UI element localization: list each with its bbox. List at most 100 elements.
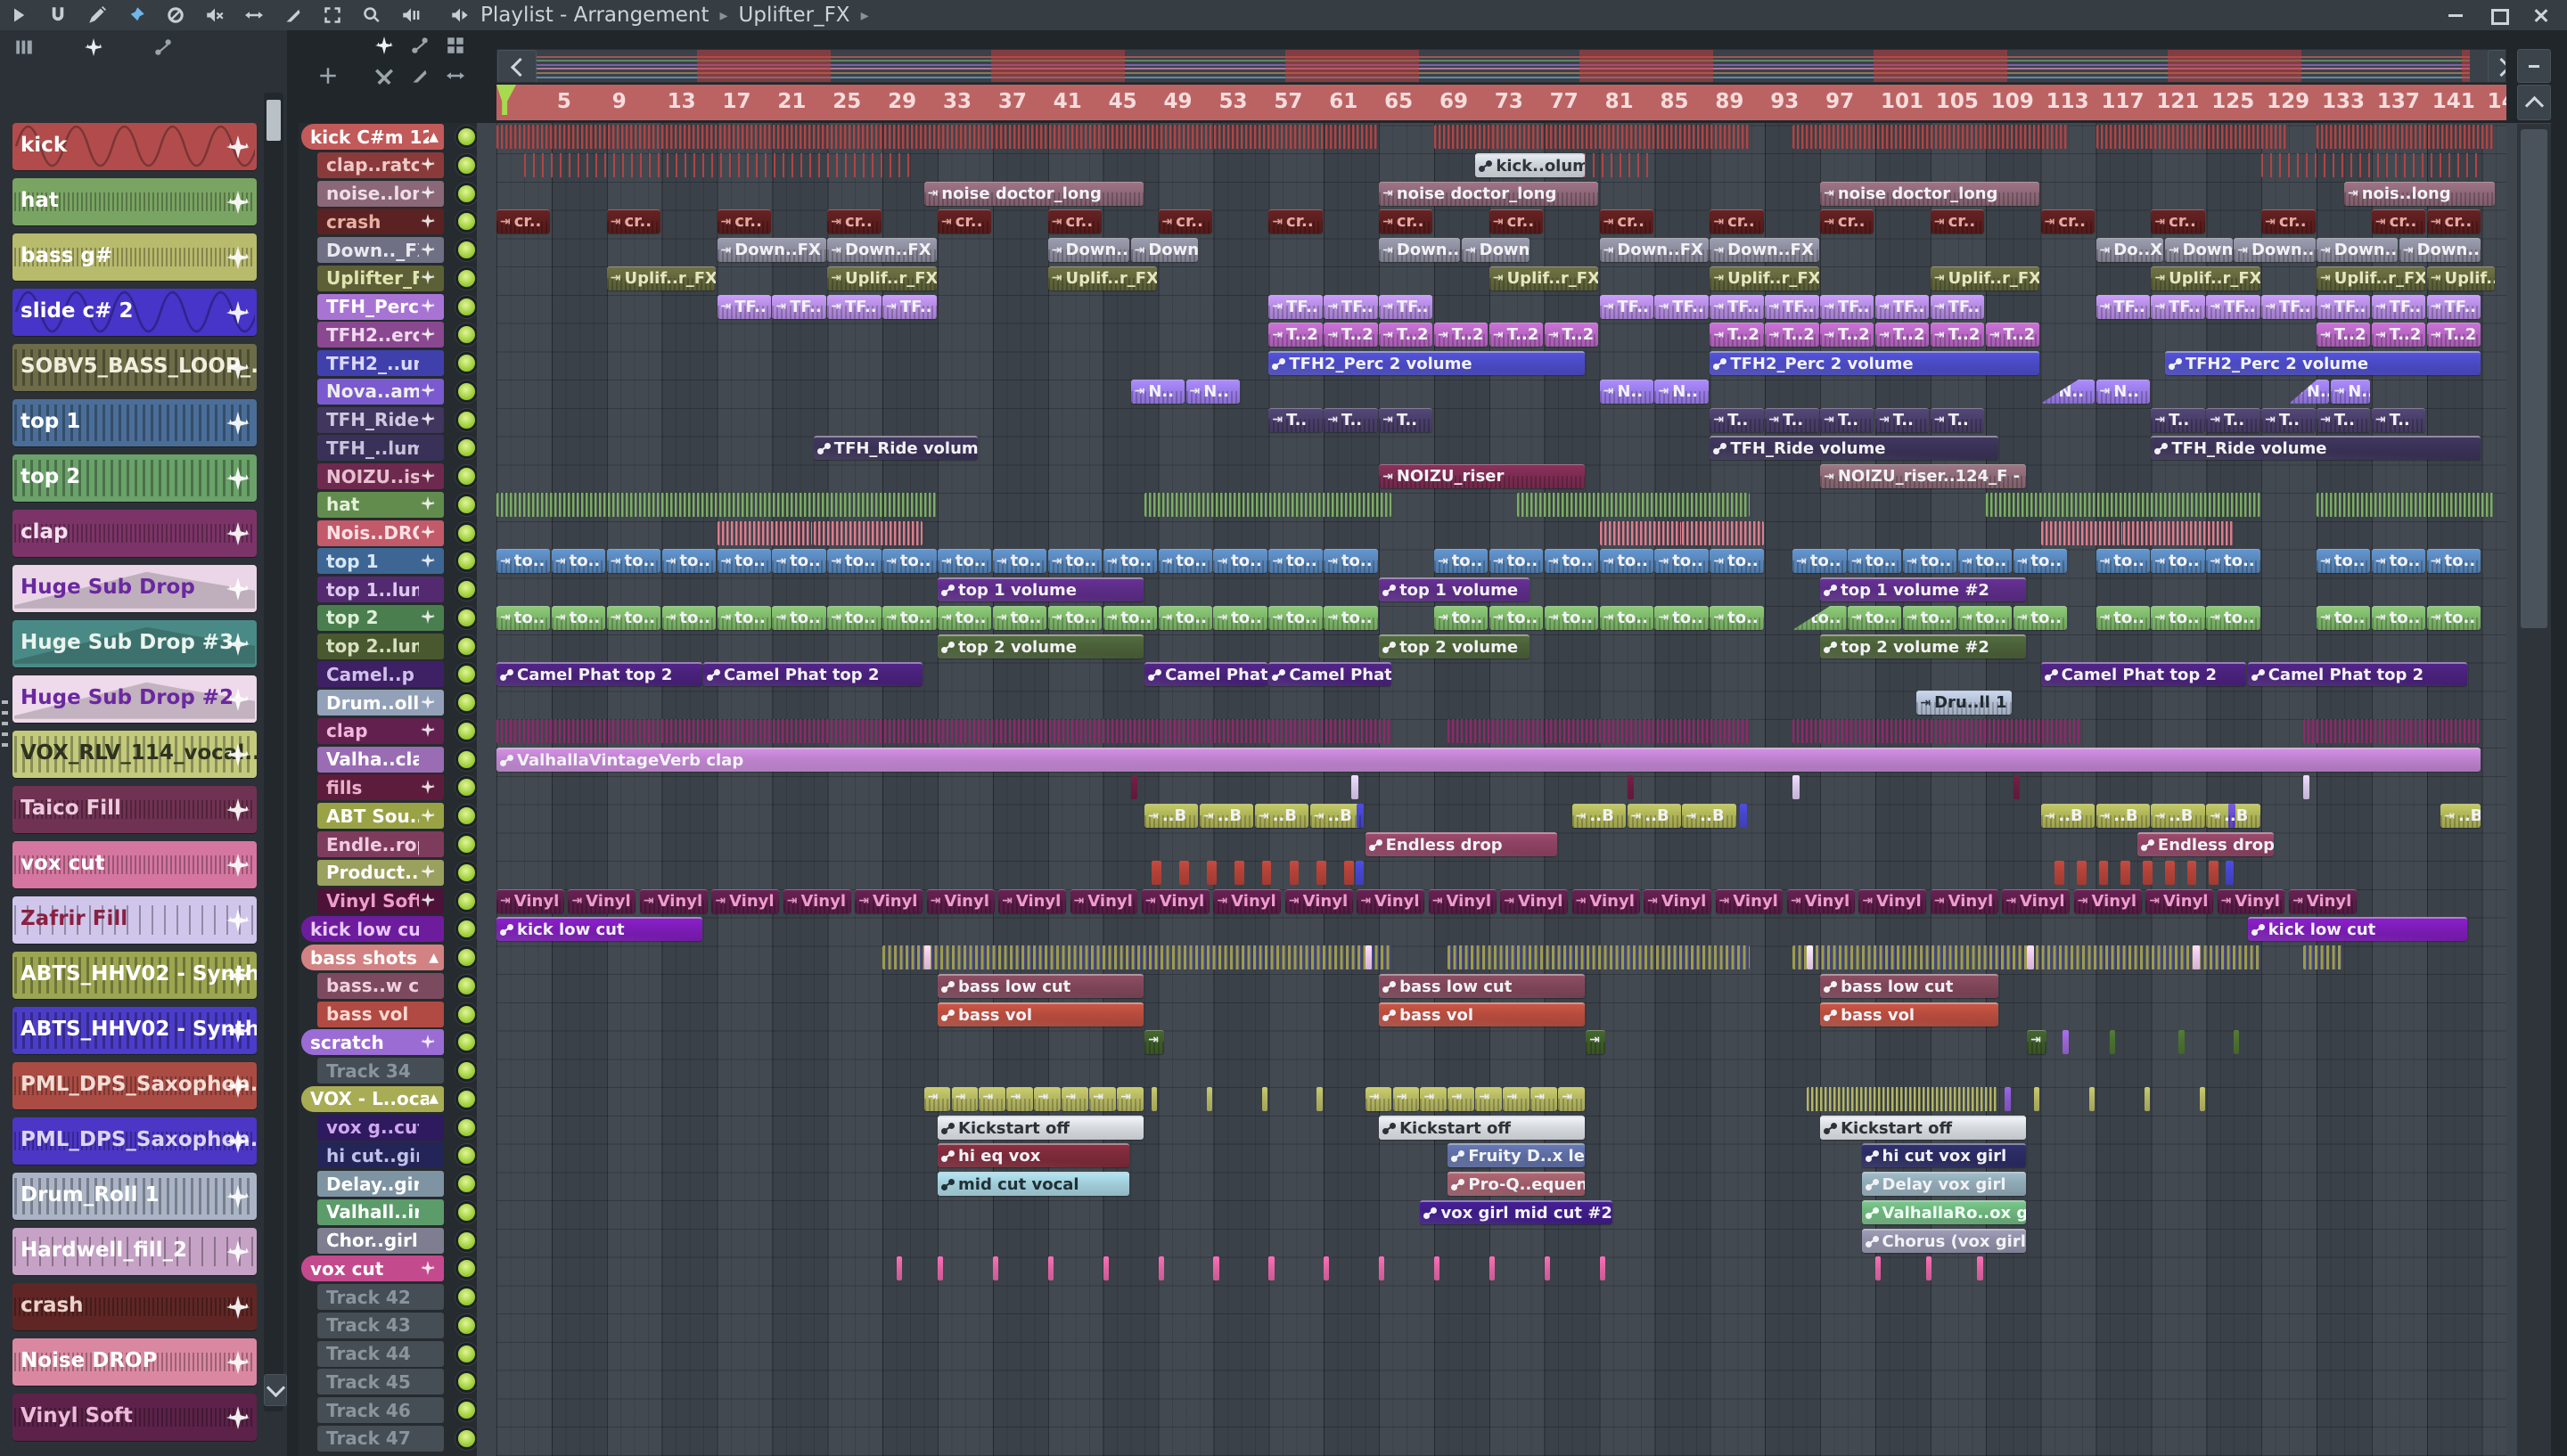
track-name-button[interactable]: VOX - L..ocals▲ [301, 1085, 444, 1112]
audio-clip[interactable] [2123, 520, 2233, 545]
cut-icon[interactable] [374, 66, 394, 86]
track-lane[interactable] [496, 944, 2506, 972]
automation-clip[interactable]: top 1 volume [1379, 577, 1530, 602]
pattern-clip[interactable]: ⇥ to.. [1103, 605, 1158, 630]
audio-clip[interactable] [1489, 1256, 1496, 1281]
track-name-button[interactable]: Delay..girl [317, 1171, 444, 1198]
pattern-clip[interactable]: ⇥ Uplif..r_FX [2317, 266, 2426, 290]
audio-clip[interactable] [1261, 1086, 1267, 1111]
audio-clip[interactable] [1379, 1256, 1385, 1281]
scroll-left-button[interactable] [497, 50, 537, 82]
pattern-clip[interactable]: ⇥ to.. [772, 605, 826, 630]
pattern-clip[interactable]: ⇥ T..2 [1379, 323, 1433, 348]
automation-clip[interactable]: Chorus (vox girl) [1861, 1228, 2026, 1253]
pattern-clip[interactable]: ⇥Down..FX [1130, 238, 1199, 263]
pattern-clip[interactable]: ⇥ cr.. [496, 209, 551, 234]
automation-clip[interactable]: top 1 volume [938, 577, 1144, 602]
audio-clip[interactable] [2164, 860, 2175, 885]
pattern-clip[interactable]: ⇥ TF.. [1654, 294, 1709, 319]
track-name-button[interactable]: crash [317, 209, 444, 235]
audio-clip[interactable] [717, 520, 813, 545]
pattern-clip[interactable]: ⇥ [1089, 1086, 1116, 1111]
track-name-button[interactable]: Camel..p 2 [317, 661, 444, 688]
pattern-clip[interactable]: ⇥ T.. [2317, 407, 2371, 432]
pattern-clip[interactable]: ⇥ cr.. [1489, 209, 1544, 234]
audio-clip[interactable] [2178, 1030, 2185, 1055]
pattern-clip[interactable]: ⇥ to.. [1433, 549, 1489, 574]
audio-clip[interactable] [1151, 860, 1161, 885]
track-mute-led[interactable] [455, 1059, 478, 1083]
sample-item[interactable]: Zafrir Fill [12, 896, 257, 944]
pattern-clip[interactable]: ⇥ to.. [1710, 605, 1764, 630]
pattern-clip[interactable]: ⇥ noise doctor_long [1820, 181, 2040, 206]
pattern-clip[interactable]: ⇥ to.. [1792, 605, 1847, 630]
audio-clip[interactable] [2234, 1030, 2240, 1055]
pattern-clip[interactable]: ⇥ to.. [827, 549, 882, 574]
track-name-button[interactable]: TFH_Perc 1 [317, 293, 444, 320]
automation-clip[interactable]: top 2 volume #2 [1820, 634, 2026, 658]
track-name-button[interactable]: hi cut..girl [317, 1142, 444, 1169]
track-name-button[interactable]: Valhall..irl [317, 1198, 444, 1225]
pattern-clip[interactable]: ⇥ T..2 [1710, 323, 1764, 348]
track-lane[interactable] [496, 1255, 2506, 1283]
pattern-clip[interactable]: ⇥ to.. [1158, 605, 1212, 630]
pattern-clip[interactable]: ⇥ TF.. [1324, 294, 1378, 319]
audio-clip[interactable] [1351, 775, 1358, 800]
track-mute-led[interactable] [455, 323, 478, 347]
pattern-clip[interactable]: ⇥ TF.. [1268, 294, 1323, 319]
pattern-clip[interactable]: ⇥ to.. [882, 605, 937, 630]
pattern-clip[interactable]: ⇥Down..FX [1710, 238, 1819, 263]
audio-clip[interactable] [2302, 775, 2310, 800]
track-lane[interactable]: TFH_Ride volume TFH_Ride volume TFH_Ride v… [496, 434, 2506, 462]
pattern-clip[interactable]: ⇥Vinyl Soft [496, 888, 564, 913]
pattern-clip[interactable]: ⇥ ..B [1144, 804, 1199, 829]
track-mute-led[interactable] [455, 408, 478, 431]
select-icon[interactable] [323, 5, 342, 25]
sample-item[interactable]: Huge Sub Drop #2 [12, 675, 257, 723]
pattern-clip[interactable]: ⇥Vinyl Soft [2002, 888, 2071, 913]
pattern-clip[interactable]: ⇥ ..B [1627, 804, 1681, 829]
audio-clip[interactable] [2120, 860, 2131, 885]
pattern-clip[interactable]: ⇥ [1006, 1086, 1033, 1111]
pattern-clip[interactable]: ⇥ to.. [2426, 605, 2481, 630]
pattern-clip[interactable]: ⇥Vinyl Soft [1141, 888, 1210, 913]
track-lane[interactable] [496, 1425, 2506, 1453]
pattern-clip[interactable]: ⇥ to.. [2013, 605, 2068, 630]
sample-item[interactable]: SOBV5_BASS_LOOP_.. [12, 344, 257, 391]
automation-clip[interactable]: Camel Phat top 2 [496, 662, 702, 687]
browser-scrollbar[interactable] [264, 93, 283, 1411]
sample-item[interactable]: bass g# [12, 233, 257, 281]
pattern-clip[interactable]: ⇥ [1530, 1086, 1557, 1111]
track-name-button[interactable]: TFH_Ride [317, 406, 444, 433]
pattern-clip[interactable]: ⇥ to.. [1213, 549, 1267, 574]
pattern-clip[interactable]: ⇥ Uplif..r_FX [1710, 266, 1819, 290]
track-mute-led[interactable] [455, 1427, 478, 1450]
track-name-button[interactable]: Uplifter_FX [317, 265, 444, 291]
zoom-icon[interactable] [362, 5, 381, 25]
audio-clip[interactable] [1599, 520, 1681, 545]
audio-clip[interactable] [2013, 775, 2021, 800]
audio-clip[interactable] [1740, 804, 1748, 829]
track-name-button[interactable]: top 1 [317, 548, 444, 575]
pattern-clip[interactable]: ⇥ T..2 [1489, 323, 1544, 348]
pattern-clip[interactable]: ⇥ to.. [2013, 549, 2068, 574]
track-mute-led[interactable] [455, 437, 478, 460]
audio-clip[interactable] [882, 945, 1392, 970]
pattern-clip[interactable]: ⇥ cr.. [938, 209, 992, 234]
pattern-clip[interactable]: ⇥ TF.. [1710, 294, 1764, 319]
pattern-clip[interactable]: ⇥ T.. [1820, 407, 1874, 432]
pattern-clip[interactable]: ⇥ TF.. [2095, 294, 2150, 319]
pattern-clip[interactable]: ⇥ T.. [1324, 407, 1378, 432]
automation-clip[interactable]: TFH2_Perc 2 volume [1710, 351, 2040, 376]
pattern-clip[interactable]: ⇥ Uplif.. [2426, 266, 2495, 290]
pattern-clip[interactable]: ⇥Vinyl Soft [1786, 888, 1855, 913]
pattern-clip[interactable]: ⇥ to.. [1902, 605, 1957, 630]
audio-clip[interactable] [1261, 860, 1272, 885]
pattern-clip[interactable]: ⇥ noise doctor_long [1379, 181, 1599, 206]
automation-clip[interactable]: kick low cut [496, 917, 702, 942]
sample-item[interactable]: VOX_RLV_114_vocal.. [12, 731, 257, 778]
track-mute-led[interactable] [455, 1144, 478, 1167]
pattern-clip[interactable]: ⇥ TF.. [1820, 294, 1874, 319]
pattern-clip[interactable]: ⇥ [1365, 1086, 1392, 1111]
track-mute-led[interactable] [455, 1200, 478, 1223]
